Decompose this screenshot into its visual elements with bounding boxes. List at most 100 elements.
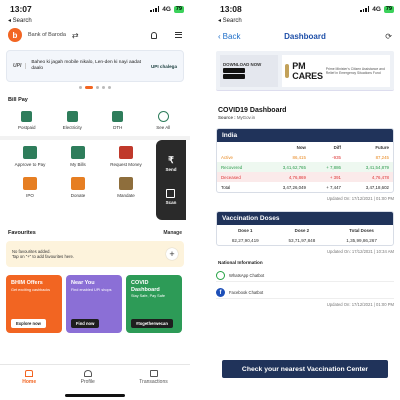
carousel-dot[interactable]: [96, 85, 99, 89]
pm-cares-banner[interactable]: DOWNLOAD NOW PM CARES Prime Minister's C…: [216, 51, 394, 91]
carousel-dot[interactable]: [79, 85, 82, 89]
favourites-empty-box: No favourites added. Tap on "+" to add f…: [6, 241, 184, 267]
dashboard-title: COVID19 Dashboard: [218, 107, 287, 114]
check-vaccination-center-button[interactable]: Check your nearest Vaccination Center: [222, 360, 388, 378]
vaccination-panel-title: Vaccination Doses: [217, 212, 393, 225]
app-store-badge[interactable]: [223, 68, 245, 74]
network-label: 4G: [372, 5, 381, 13]
vaccination-updated-text: Updated On: 17/12/2021 | 10:34 AM: [327, 249, 394, 254]
chevron-left-icon: ‹: [218, 31, 221, 41]
refresh-icon[interactable]: ⟳: [352, 32, 392, 41]
together-we-can-button[interactable]: #togetherwecan: [131, 319, 173, 328]
whatsapp-chatbot-link[interactable]: WhatsApp Chatbot: [216, 270, 394, 282]
page-title: Dashboard: [284, 31, 326, 41]
banner-text: Baheo ki jagah mobile nikalo, Len-den ki…: [31, 60, 141, 71]
switch-account-icon[interactable]: ⇄: [72, 31, 79, 40]
donate-button[interactable]: Donate: [56, 177, 100, 198]
add-favourite-button[interactable]: +: [166, 248, 178, 260]
home-indicator[interactable]: [65, 394, 125, 397]
back-to-search-link[interactable]: ◂ Search: [0, 18, 190, 25]
signal-icon: [150, 6, 160, 12]
bill-pay-row: Postpaid Electricity DTH See All: [0, 103, 190, 140]
my-bills-button[interactable]: My Bills: [56, 146, 100, 167]
near-you-card[interactable]: Near You Find enabled UPI shops Find now: [66, 275, 122, 333]
table-row: Total 3,47,26,049 + 7,447 3,47,18,602: [221, 184, 389, 190]
tab-transactions[interactable]: Transactions: [139, 370, 168, 385]
arrow-right-icon: [157, 111, 169, 122]
signal-icon: [360, 6, 370, 12]
facebook-chatbot-link[interactable]: f Facebook Chatbot: [216, 287, 394, 299]
bill-pay-title: Bill Pay: [8, 97, 28, 103]
bill-pay-electricity[interactable]: Electricity: [52, 111, 92, 130]
bhim-offers-card[interactable]: BHIM Offers Get exciting cashbacks Explo…: [6, 275, 62, 333]
offer-cards: BHIM Offers Get exciting cashbacks Explo…: [0, 267, 190, 333]
table-row: Recovered 3,41,62,765 + 7,886 3,41,54,87…: [217, 162, 393, 172]
play-store-badge[interactable]: [223, 74, 245, 80]
download-now-text: DOWNLOAD NOW: [223, 61, 262, 67]
carousel-dot-active[interactable]: [85, 85, 93, 89]
vaccination-table: Dose 1 Dose 2 Total Doses 82,27,90,419 5…: [217, 225, 393, 245]
ipo-button[interactable]: IPO: [8, 177, 52, 198]
network-label: 4G: [162, 5, 171, 13]
dashboard-source: Source : MyGov.in: [218, 115, 256, 120]
bills-icon: [71, 146, 85, 159]
rupee-icon: ₹: [168, 154, 174, 165]
dish-icon: [112, 111, 124, 122]
tab-home[interactable]: Home: [22, 370, 36, 385]
request-money-button[interactable]: Request Money: [104, 146, 148, 167]
status-bar: 13:08 4G 79: [210, 0, 400, 18]
mandate-icon: [119, 177, 133, 190]
pm-cares-subtitle: Prime Minister's Citizen Assistance and …: [325, 66, 385, 75]
covid-dashboard-card[interactable]: COVID Dashboard Stay Safe, Pay Safe #tog…: [126, 275, 182, 333]
vaccination-panel: Vaccination Doses Dose 1 Dose 2 Total Do…: [216, 211, 394, 246]
status-time: 13:07: [10, 4, 32, 14]
bill-pay-see-all[interactable]: See All: [143, 111, 183, 130]
bank-name: Bank of Baroda: [28, 32, 66, 38]
favourites-header: Favourites Manage: [0, 226, 190, 236]
covid-dashboard-screen: 13:08 4G 79 ◂ Search ‹ Back Dashboard ⟳ D…: [210, 0, 400, 400]
carousel-dot[interactable]: [108, 85, 111, 89]
favourites-empty-text: No favourites added. Tap on "+" to add f…: [12, 248, 74, 260]
pm-cares-box: PM CARES Prime Minister's Citizen Assist…: [282, 54, 390, 87]
approve-icon: [23, 146, 37, 159]
profile-icon: [83, 370, 92, 377]
india-panel-title: India: [217, 129, 393, 142]
india-updated-text: Updated On: 17/12/2021 | 01:00 PM: [326, 196, 394, 201]
whatsapp-icon: [216, 271, 225, 280]
send-button[interactable]: ₹ Send: [165, 155, 176, 172]
bottom-tab-bar: Home Profile Transactions: [0, 364, 190, 390]
table-row: Deceased 4,76,869 + 391 4,76,478: [217, 172, 393, 182]
download-box: DOWNLOAD NOW: [220, 54, 278, 87]
national-updated-text: Updated On: 17/12/2021 | 01:00 PM: [326, 302, 394, 307]
menu-icon[interactable]: [175, 32, 182, 38]
send-scan-panel: ₹ Send Scan: [156, 140, 186, 220]
manage-favourites-link[interactable]: Manage: [163, 230, 182, 236]
screenshot: 13:07 4G 79 ◂ Search b Bank of Baroda ⇄ …: [0, 0, 400, 400]
banner-cta[interactable]: UPI chalega: [151, 64, 177, 69]
national-info-title: National Information: [218, 260, 263, 265]
qr-scan-icon: [166, 189, 176, 199]
table-header-row: Now Diff Future: [296, 144, 389, 150]
favourites-title: Favourites: [8, 230, 36, 236]
promo-banner[interactable]: UPI Baheo ki jagah mobile nikalo, Len-de…: [6, 50, 184, 82]
status-bar: 13:07 4G 79: [0, 0, 190, 18]
notification-bell-icon[interactable]: [151, 31, 157, 39]
phone-icon: [21, 111, 33, 122]
ipo-icon: [23, 177, 37, 190]
carousel-dot[interactable]: [102, 85, 105, 89]
scan-button[interactable]: Scan: [166, 189, 176, 205]
nav-bar: ‹ Back Dashboard ⟳: [210, 25, 400, 47]
approve-to-pay-button[interactable]: Approve to Pay: [8, 146, 52, 167]
find-now-button[interactable]: Find now: [71, 319, 100, 328]
bill-pay-dth[interactable]: DTH: [98, 111, 138, 130]
back-button[interactable]: ‹ Back: [218, 32, 258, 41]
bulb-icon: [66, 111, 78, 122]
bill-pay-postpaid[interactable]: Postpaid: [7, 111, 47, 130]
tab-profile[interactable]: Profile: [81, 370, 95, 385]
mandate-button[interactable]: Mandate: [104, 177, 148, 198]
battery-icon: 79: [383, 5, 394, 13]
donate-icon: [71, 177, 85, 190]
back-to-search-link[interactable]: ◂ Search: [210, 18, 400, 25]
explore-now-button[interactable]: Explore now: [11, 319, 46, 328]
india-stats-table: Now Diff Future Active 86,415 -935 87,24…: [217, 142, 393, 192]
